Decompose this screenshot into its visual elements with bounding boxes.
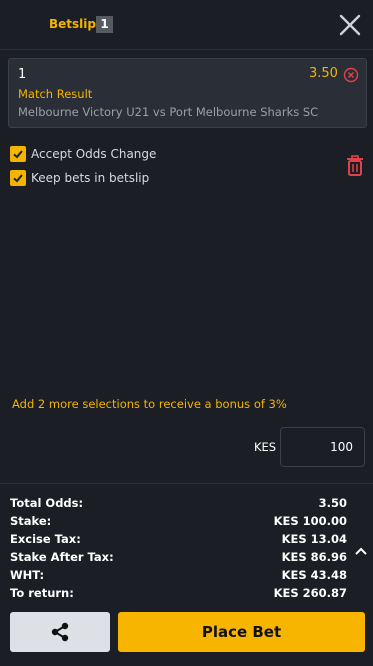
close-icon [339, 14, 361, 36]
checkbox-checked[interactable] [10, 146, 26, 162]
betslip-title: Betslip [49, 17, 96, 31]
clear-betslip-button[interactable] [346, 155, 364, 177]
accept-odds-change-label: Accept Odds Change [31, 147, 157, 161]
summary-wht: WHT: KES 43.48 [10, 568, 347, 584]
summary-label: Excise Tax: [10, 532, 81, 546]
summary-label: Stake After Tax: [10, 550, 114, 564]
remove-selection-button[interactable] [343, 67, 359, 83]
summary-stake-after-tax: Stake After Tax: KES 86.96 [10, 550, 347, 566]
checkbox-checked[interactable] [10, 170, 26, 186]
betslip-count-badge: 1 [96, 16, 113, 33]
bonus-message: Add 2 more selections to receive a bonus… [12, 397, 287, 411]
selection-odds: 3.50 [309, 66, 338, 81]
summary-stake: Stake: KES 100.00 [10, 514, 347, 530]
selection-match: Melbourne Victory U21 vs Port Melbourne … [18, 105, 319, 119]
summary-value: 3.50 [318, 496, 347, 510]
summary-value: KES 100.00 [273, 514, 347, 528]
bet-summary: Total Odds: 3.50 Stake: KES 100.00 Excis… [0, 483, 373, 666]
keep-bets-checkbox[interactable]: Keep bets in betslip [10, 170, 149, 186]
selection-pick: 1 [18, 67, 27, 82]
stake-row: KES [0, 426, 373, 468]
keep-bets-label: Keep bets in betslip [31, 171, 150, 185]
accept-odds-change-checkbox[interactable]: Accept Odds Change [10, 146, 156, 162]
remove-selection-icon [343, 67, 359, 83]
collapse-summary-button[interactable] [354, 541, 368, 555]
summary-to-return: To return: KES 260.87 [10, 586, 347, 602]
place-bet-button[interactable]: Place Bet [118, 612, 365, 652]
share-button[interactable] [10, 612, 110, 652]
summary-label: To return: [10, 586, 74, 600]
summary-label: Total Odds: [10, 496, 84, 510]
check-icon [13, 150, 23, 159]
summary-value: KES 43.48 [281, 568, 347, 582]
stake-input[interactable] [280, 427, 365, 467]
bet-selection-card: 1 3.50 Match Result Melbourne Victory U2… [8, 58, 367, 128]
selection-market: Match Result [18, 87, 93, 101]
summary-value: KES 86.96 [281, 550, 347, 564]
summary-label: WHT: [10, 568, 45, 582]
share-icon [51, 622, 69, 642]
summary-total-odds: Total Odds: 3.50 [10, 496, 347, 512]
summary-excise-tax: Excise Tax: KES 13.04 [10, 532, 347, 548]
betslip-header: Betslip 1 [0, 0, 373, 50]
close-button[interactable] [337, 12, 363, 38]
summary-label: Stake: [10, 514, 52, 528]
summary-value: KES 260.87 [273, 586, 347, 600]
chevron-up-icon [355, 547, 367, 555]
summary-value: KES 13.04 [281, 532, 347, 546]
check-icon [13, 174, 23, 183]
trash-icon [347, 155, 363, 176]
stake-currency: KES [254, 440, 277, 454]
